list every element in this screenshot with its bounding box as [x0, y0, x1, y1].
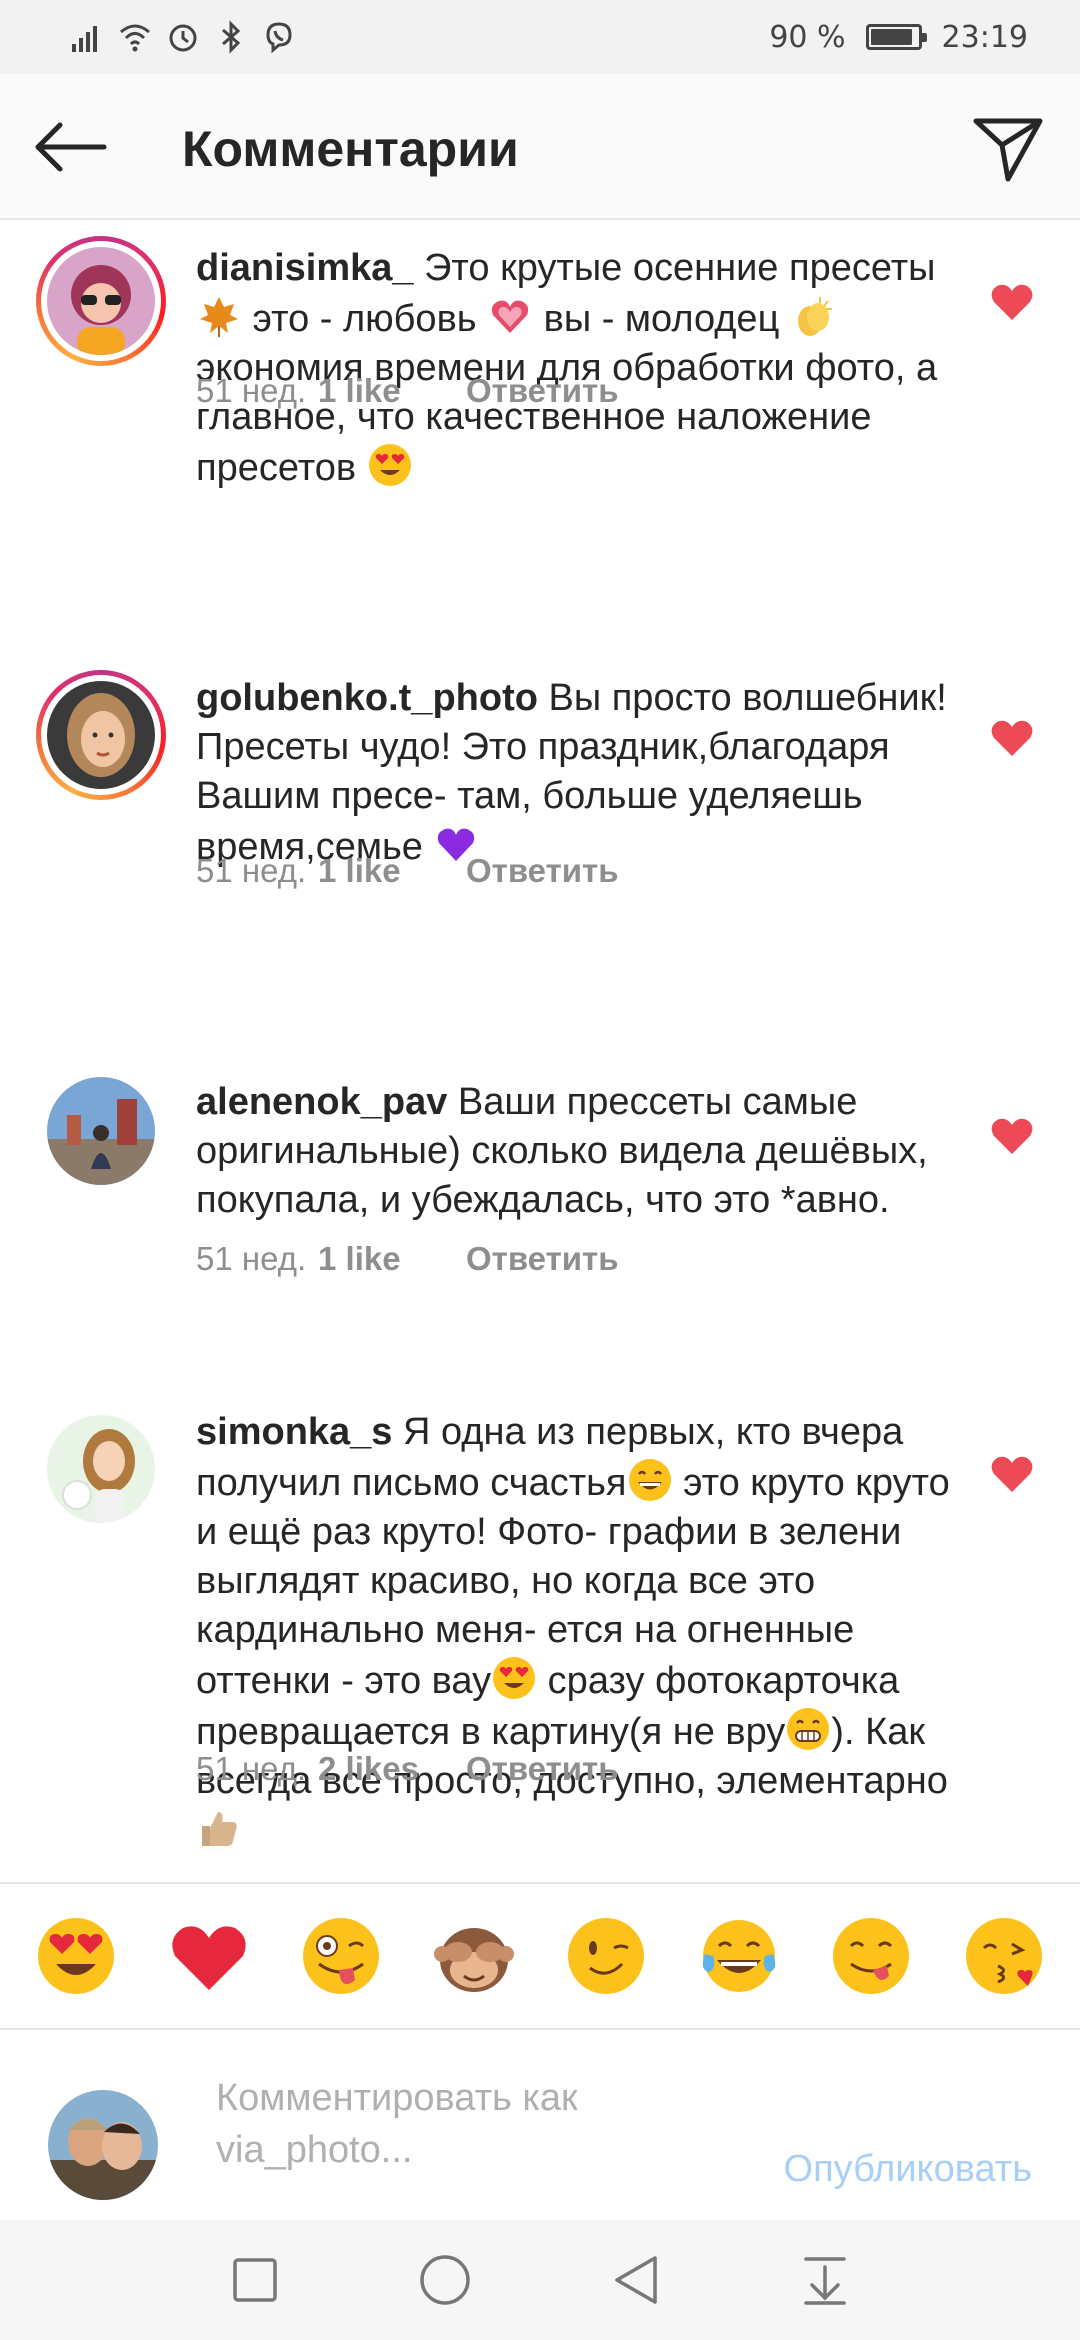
- battery-icon: [865, 24, 927, 50]
- publish-button[interactable]: Опубликовать: [784, 2148, 1032, 2191]
- notification-pull-icon: [804, 2257, 846, 2305]
- comment-composer: Комментировать как via_photo... Опублико…: [0, 2030, 1080, 2220]
- back-button[interactable]: [30, 110, 110, 184]
- red-heart-emoji[interactable]: [167, 1914, 251, 1998]
- comment-likes[interactable]: 1 like: [318, 1240, 466, 1278]
- back-nav-button[interactable]: [540, 2220, 730, 2340]
- circle-icon: [420, 2255, 470, 2305]
- comment-time: 51 нед.: [196, 1750, 307, 1787]
- comment-meta: 51 нед. 1 like Ответить: [196, 852, 619, 890]
- comment-meta: 51 нед. 1 like Ответить: [196, 1240, 619, 1278]
- grimacing-emoji: [787, 1708, 830, 1750]
- avatar-photo: [47, 1415, 155, 1523]
- reply-button[interactable]: Ответить: [466, 1240, 619, 1278]
- comment-username[interactable]: dianisimka_: [196, 247, 414, 289]
- signal-icon: [72, 26, 97, 52]
- reply-button[interactable]: Ответить: [466, 852, 619, 890]
- battery-percent: 90 %: [769, 19, 846, 55]
- status-icons-left: [70, 20, 296, 54]
- thumbs-up-emoji: [202, 1812, 237, 1846]
- emoji-reaction-bar: [0, 1882, 1080, 2030]
- page-title: Комментарии: [182, 121, 519, 177]
- like-heart-icon[interactable]: [988, 1450, 1036, 1498]
- tears-of-joy-emoji[interactable]: [697, 1914, 781, 1998]
- comment-time: 51 нед.: [196, 1240, 307, 1277]
- comment-meta: 51 нед. 2 likes Ответить: [196, 1750, 619, 1788]
- triangle-back-icon: [615, 2256, 657, 2304]
- paper-plane-icon: [973, 118, 1043, 182]
- avatar-story-ring[interactable]: [36, 236, 166, 366]
- header-bar: Комментарии: [0, 74, 1080, 220]
- comment-text: simonka_s Я одна из первых, кто вчера по…: [196, 1408, 956, 1857]
- see-no-evil-monkey-emoji[interactable]: [432, 1914, 516, 1998]
- maple-leaf-emoji: [200, 297, 238, 337]
- comment-input[interactable]: [216, 2072, 716, 2202]
- comment-meta: 51 нед. 1 like Ответить: [196, 372, 619, 410]
- grinning-emoji: [628, 1459, 671, 1501]
- viber-icon: [266, 22, 292, 54]
- avatar-photo: [47, 1077, 155, 1185]
- comment-username[interactable]: alenenok_pav: [196, 1081, 447, 1123]
- square-icon: [233, 2258, 277, 2302]
- winking-face-emoji[interactable]: [564, 1914, 648, 1998]
- arrow-left-icon: [35, 122, 107, 172]
- avatar-story-ring[interactable]: [36, 670, 166, 800]
- reply-button[interactable]: Ответить: [466, 372, 619, 410]
- comment-likes[interactable]: 1 like: [318, 372, 466, 410]
- home-button[interactable]: [350, 2220, 540, 2340]
- avatar[interactable]: [36, 1404, 166, 1534]
- like-heart-icon[interactable]: [988, 278, 1036, 326]
- clock: 23:19: [941, 19, 1028, 55]
- like-heart-icon[interactable]: [988, 1112, 1036, 1160]
- heart-eyes-emoji[interactable]: [34, 1914, 118, 1998]
- current-user-avatar: [48, 2090, 158, 2200]
- comment-username[interactable]: golubenko.t_photo: [196, 677, 538, 719]
- yum-face-emoji[interactable]: [829, 1914, 913, 1998]
- clapping-hands-emoji: [797, 297, 832, 336]
- comment-time: 51 нед.: [196, 372, 307, 409]
- share-button[interactable]: [968, 110, 1048, 190]
- avatar: [47, 681, 155, 789]
- recents-button[interactable]: [160, 2220, 350, 2340]
- comment-text: alenenok_pav Ваши прессеты самые оригина…: [196, 1078, 956, 1225]
- alarm-icon: [169, 24, 197, 52]
- comment-username[interactable]: simonka_s: [196, 1411, 392, 1453]
- bluetooth-icon: [222, 20, 241, 54]
- comment-likes[interactable]: 2 likes: [318, 1750, 466, 1788]
- comment-text: dianisimka_ Это крутые осенние пресеты э…: [196, 244, 956, 493]
- notifications-pull-button[interactable]: [730, 2220, 920, 2340]
- sparkling-heart-emoji: [491, 300, 529, 333]
- reply-button[interactable]: Ответить: [466, 1750, 619, 1788]
- avatar: [47, 247, 155, 355]
- avatar[interactable]: [36, 1066, 166, 1196]
- battery-level: [870, 29, 912, 45]
- kissing-heart-emoji[interactable]: [962, 1914, 1046, 1998]
- system-navigation-bar: [0, 2220, 1080, 2340]
- comment-likes[interactable]: 1 like: [318, 852, 466, 890]
- comments-list[interactable]: dianisimka_ Это крутые осенние пресеты э…: [0, 222, 1080, 1882]
- heart-eyes-emoji: [368, 444, 411, 486]
- status-icons-right: 90 % 23:19: [769, 20, 1028, 55]
- zany-face-emoji[interactable]: [299, 1914, 383, 1998]
- status-bar: 90 % 23:19: [0, 0, 1080, 74]
- like-heart-icon[interactable]: [988, 714, 1036, 762]
- comment-time: 51 нед.: [196, 852, 307, 889]
- wifi-icon: [120, 24, 150, 52]
- comment-text: golubenko.t_photo Вы просто волшебник! П…: [196, 674, 956, 872]
- heart-eyes-emoji: [493, 1657, 536, 1699]
